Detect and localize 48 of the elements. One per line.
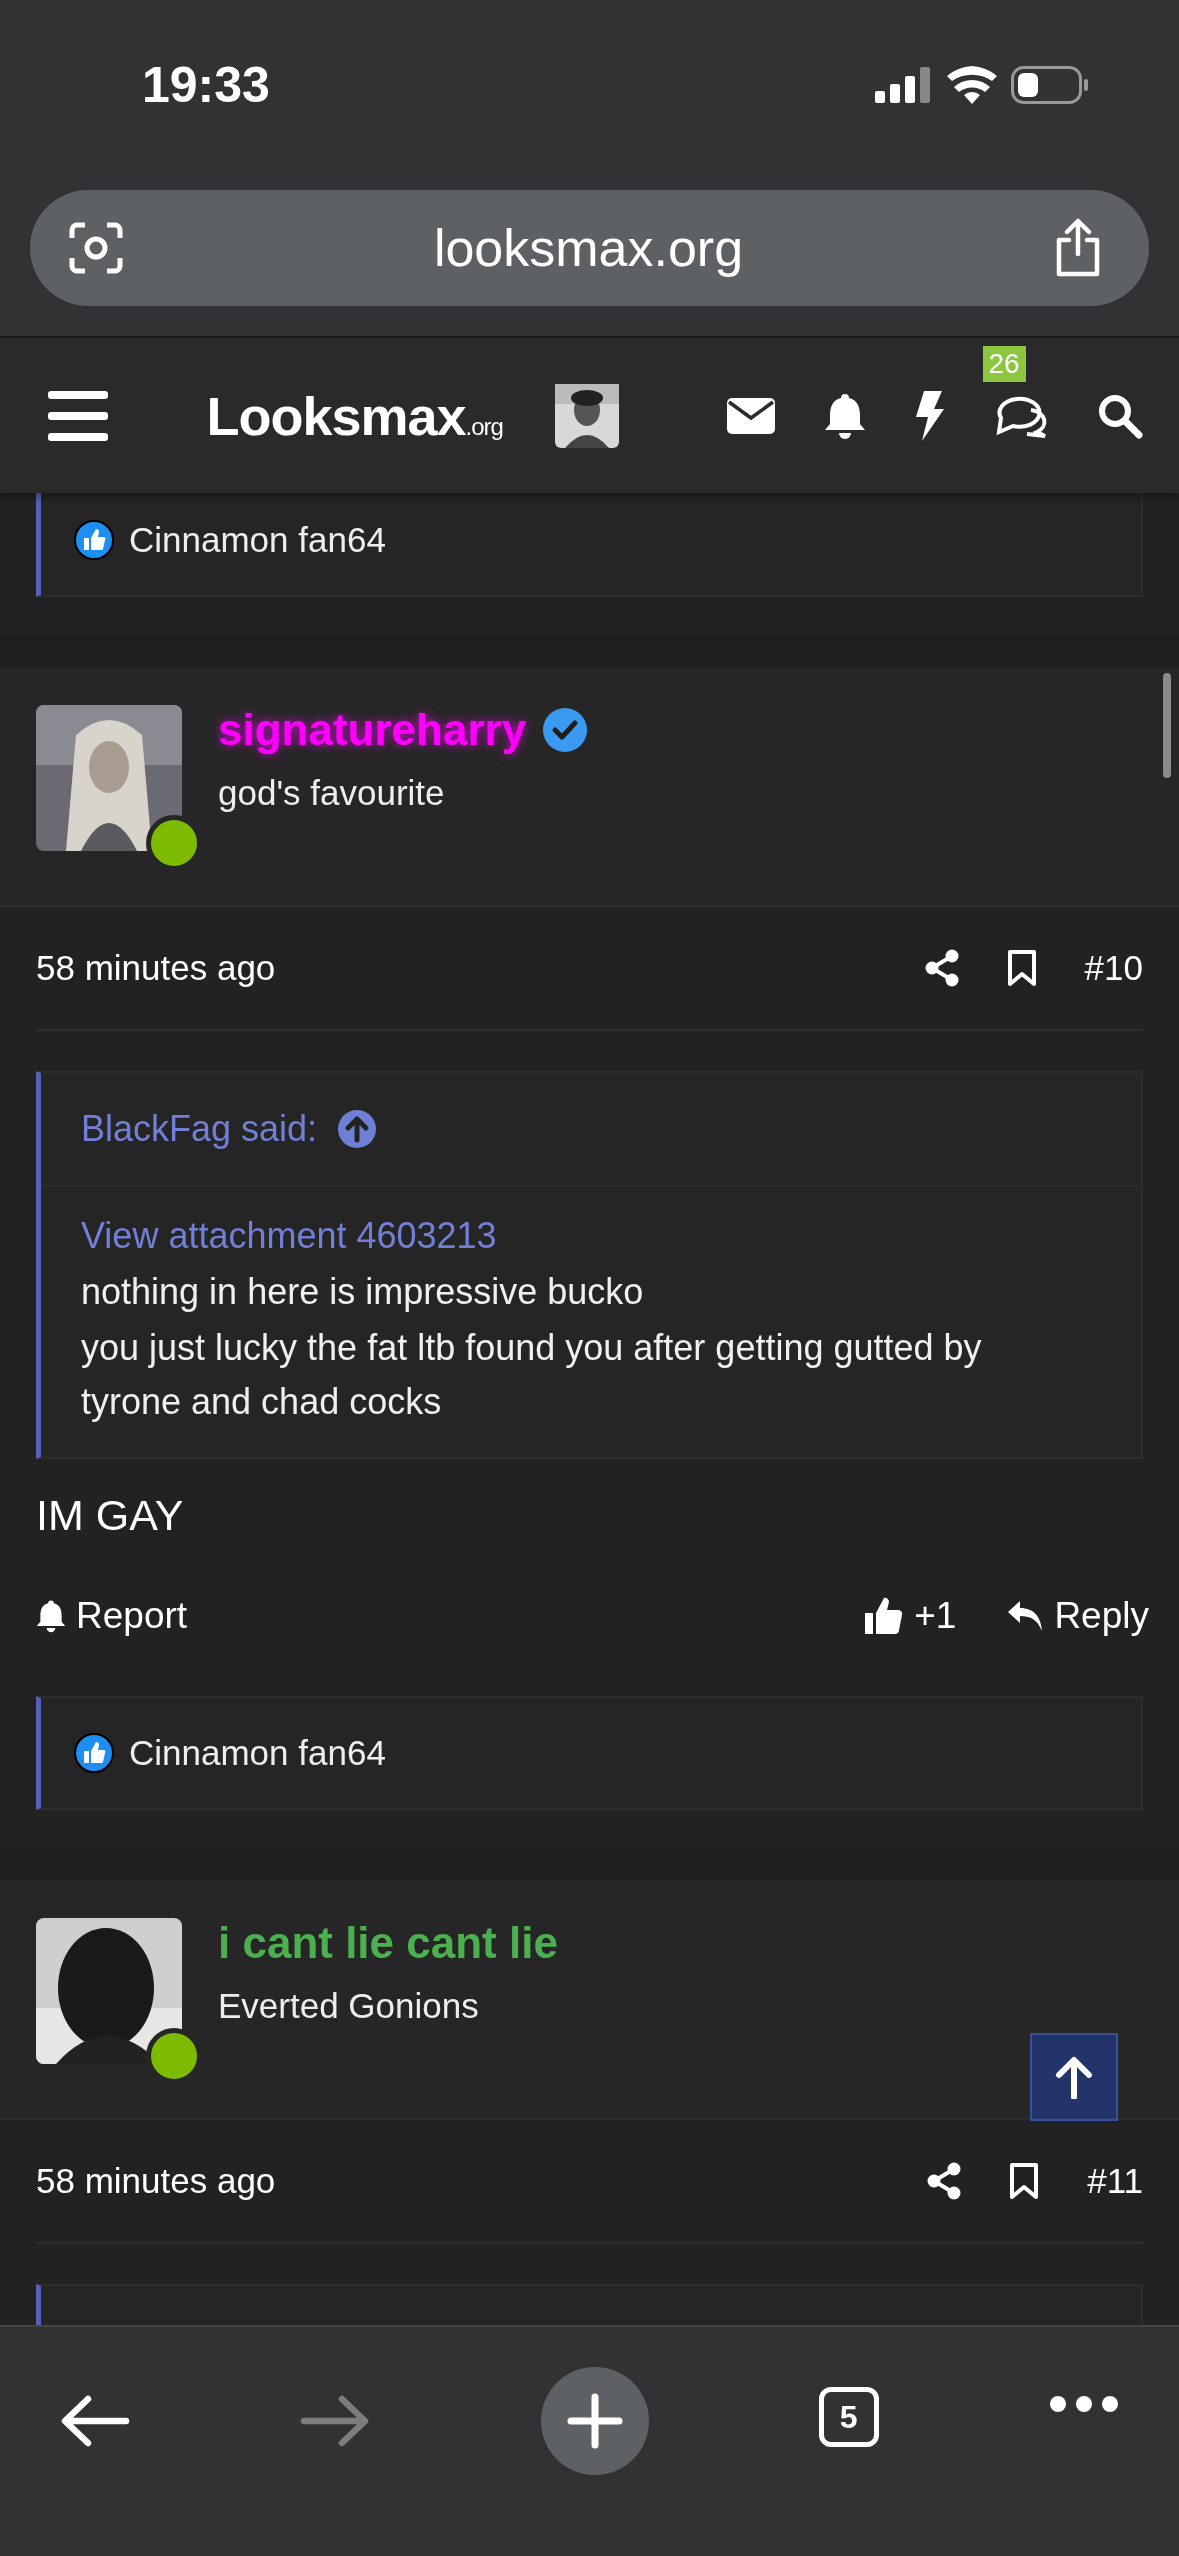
address-bar[interactable]: looksmax.org [30, 190, 1149, 306]
post-number[interactable]: #11 [1087, 2161, 1143, 2201]
post-number[interactable]: #10 [1084, 948, 1143, 988]
more-icon[interactable] [1049, 2395, 1119, 2413]
user-title: Everted Gonions [218, 1986, 480, 2026]
reaction-names[interactable]: Cinnamon fan64 [129, 1733, 386, 1773]
back-icon[interactable] [60, 2395, 130, 2447]
lightning-icon[interactable] [914, 390, 945, 441]
bookmark-icon[interactable] [1006, 949, 1037, 987]
like-icon [73, 519, 115, 561]
bookmark-icon[interactable] [1009, 2162, 1040, 2200]
share-icon[interactable] [924, 949, 959, 987]
mail-icon[interactable] [727, 397, 776, 434]
site-logo[interactable]: Looksmax.org [206, 384, 507, 447]
forward-icon[interactable] [300, 2395, 371, 2447]
quote-text: you just lucky the fat ltb found you after getting gutted by tyrone and chad cocks [81, 1326, 983, 1424]
battery-icon [1011, 66, 1089, 104]
user-title: god's favourite [218, 773, 446, 813]
notification-badge: 26 [982, 345, 1026, 382]
reply-button[interactable]: Reply [1006, 1595, 1149, 1637]
like-button[interactable]: +1 [864, 1595, 957, 1637]
bell-icon[interactable] [823, 391, 866, 440]
username[interactable]: i cant lie cant lie [218, 1918, 558, 1968]
share-icon[interactable] [927, 2162, 962, 2200]
arrow-up-icon[interactable] [337, 1109, 378, 1149]
post-text: IM GAY [36, 1491, 185, 1540]
quote-author[interactable]: BlackFag said: [81, 1108, 318, 1150]
reaction-names[interactable]: Cinnamon fan64 [129, 520, 386, 560]
post-time[interactable]: 58 minutes ago [36, 948, 276, 988]
quote-text: nothing in here is impressive bucko [81, 1270, 645, 1314]
report-button[interactable]: Report [36, 1595, 188, 1637]
bell-icon [36, 1599, 66, 1633]
new-tab-button[interactable] [540, 2367, 649, 2475]
tab-count-button[interactable]: 5 [818, 2387, 879, 2447]
signal-icon [875, 67, 933, 103]
reply-icon [1006, 1599, 1045, 1633]
attachment-link[interactable]: View attachment 4603213 [81, 1209, 1071, 1263]
thumbs-up-icon [864, 1596, 905, 1636]
like-icon [73, 1732, 115, 1774]
scroll-to-top-button[interactable] [1030, 2033, 1118, 2121]
camera-scan-icon[interactable] [68, 222, 124, 274]
menu-icon[interactable] [48, 390, 108, 441]
post-time[interactable]: 58 minutes ago [36, 2161, 276, 2201]
wifi-icon [947, 66, 997, 104]
arrow-up-icon [1054, 2055, 1094, 2099]
search-icon[interactable] [1096, 392, 1143, 439]
status-time: 19:33 [142, 56, 270, 114]
username[interactable]: signatureharry [218, 705, 527, 755]
